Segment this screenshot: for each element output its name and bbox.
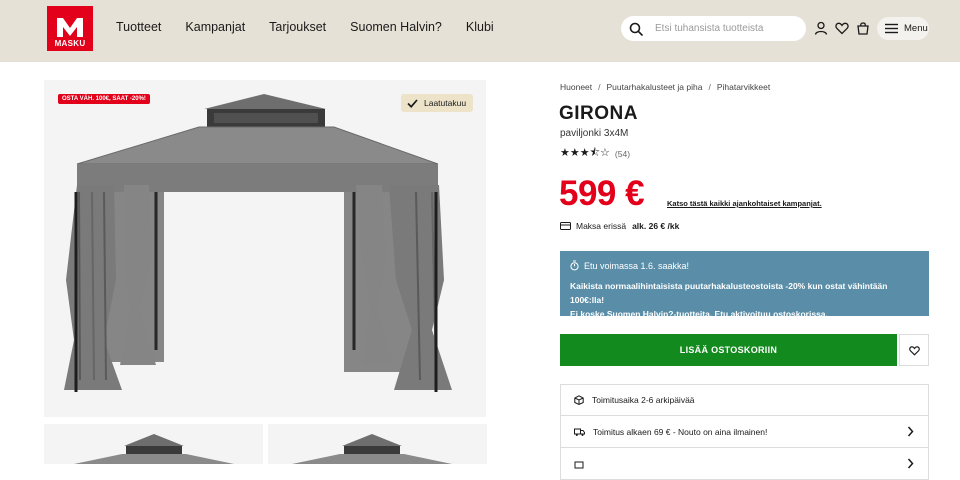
- nav-item-kampanjat[interactable]: Kampanjat: [185, 20, 245, 34]
- promo-line-1: Kaikista normaalihintaisista puutarhakal…: [570, 281, 888, 305]
- masku-logo[interactable]: MASKU: [47, 6, 93, 51]
- product-subtitle: paviljonki 3x4M: [560, 128, 629, 139]
- rating-count: (54): [614, 148, 631, 159]
- breadcrumb-item[interactable]: Puutarhakalusteet ja piha: [607, 82, 703, 92]
- timer-icon: [570, 260, 579, 271]
- star-full-icon: ★: [579, 147, 590, 159]
- product-info-list: Toimitusaika 2-6 arkipäivää Toimitus alk…: [560, 384, 929, 480]
- product-main-image[interactable]: [44, 80, 486, 417]
- hamburger-icon: [885, 23, 898, 34]
- star-half-icon: ⯪: [589, 147, 601, 159]
- store-icon: [574, 461, 584, 468]
- heart-icon[interactable]: [835, 21, 849, 35]
- nav-item-klubi[interactable]: Klubi: [466, 20, 494, 34]
- gazebo-image: [64, 94, 452, 392]
- installment-amount: alk. 26 € /kk: [632, 220, 680, 231]
- menu-button[interactable]: Menu: [877, 17, 929, 40]
- breadcrumb-item[interactable]: Huoneet: [560, 82, 592, 92]
- delivery-time-text: Toimitusaika 2-6 arkipäivää: [592, 395, 695, 405]
- chevron-right-icon: [907, 426, 914, 437]
- search-icon[interactable]: [629, 22, 643, 36]
- search-bar[interactable]: [621, 16, 806, 41]
- product-title: GIRONA: [559, 103, 638, 124]
- installment-info: Maksa erissä alk. 26 € /kk: [560, 220, 679, 231]
- thumbnail-gazebo-image: [292, 434, 452, 464]
- quality-badge-label: Laatutakuu: [424, 98, 467, 108]
- checkmark-icon: [407, 98, 418, 108]
- thumbnail-gazebo-image: [74, 434, 234, 464]
- logo-text: MASKU: [54, 39, 86, 48]
- breadcrumb-separator: /: [598, 82, 601, 92]
- shipping-row[interactable]: Toimitus alkaen 69 € - Nouto on aina ilm…: [560, 416, 929, 448]
- promo-body: Kaikista normaalihintaisista puutarhakal…: [570, 279, 919, 321]
- add-to-cart-button[interactable]: LISÄÄ OSTOSKORIIN: [560, 334, 897, 366]
- product-thumbnail-1[interactable]: [44, 424, 263, 464]
- menu-label: Menu: [904, 23, 928, 34]
- breadcrumb-separator: /: [708, 82, 711, 92]
- site-header: MASKU Tuotteet Kampanjat Tarjoukset Suom…: [0, 0, 960, 62]
- package-icon: [574, 395, 584, 405]
- main-nav: Tuotteet Kampanjat Tarjoukset Suomen Hal…: [116, 20, 518, 34]
- breadcrumb-item[interactable]: Pihatarvikkeet: [717, 82, 770, 92]
- star-empty-icon: ☆: [600, 147, 610, 159]
- truck-icon: [574, 428, 585, 436]
- installment-label: Maksa erissä: [576, 220, 627, 231]
- promo-header: Etu voimassa 1.6. saakka!: [570, 260, 919, 271]
- nav-item-tuotteet[interactable]: Tuotteet: [116, 20, 161, 34]
- shipping-text: Toimitus alkaen 69 € - Nouto on aina ilm…: [593, 426, 768, 437]
- logo-mark-icon: [57, 18, 83, 37]
- add-to-favorites-button[interactable]: [899, 334, 929, 366]
- quality-badge: Laatutakuu: [401, 94, 474, 112]
- product-rating[interactable]: ★ ★ ★ ⯪ ☆ (54): [560, 148, 630, 159]
- promo-header-text: Etu voimassa 1.6. saakka!: [584, 260, 690, 271]
- user-icon[interactable]: [814, 21, 828, 35]
- promo-badge: OSTA VÄH. 100€, SAAT -20%!: [58, 94, 150, 104]
- nav-item-tarjoukset[interactable]: Tarjoukset: [269, 20, 326, 34]
- installment-icon: [560, 222, 571, 230]
- cart-icon[interactable]: [856, 21, 870, 35]
- delivery-time-row: Toimitusaika 2-6 arkipäivää: [560, 384, 929, 416]
- promo-line-2: Ei koske Suomen Halvin?-tuotteita. Etu a…: [570, 309, 828, 319]
- info-row-partial[interactable]: [560, 448, 929, 480]
- nav-item-suomen-halvin[interactable]: Suomen Halvin?: [350, 20, 442, 34]
- promo-info-box: Etu voimassa 1.6. saakka! Kaikista norma…: [560, 251, 929, 319]
- campaign-link[interactable]: Katso tästä kaikki ajankohtaiset kampanj…: [667, 199, 822, 208]
- chevron-right-icon: [907, 458, 914, 469]
- product-price: 599 €: [559, 174, 645, 213]
- heart-icon: [908, 345, 920, 356]
- product-thumbnail-2[interactable]: [268, 424, 487, 464]
- breadcrumb: Huoneet / Puutarhakalusteet ja piha / Pi…: [560, 82, 770, 92]
- star-full-icon: ★: [569, 147, 580, 159]
- star-full-icon: ★: [560, 147, 570, 159]
- search-input[interactable]: [655, 23, 795, 34]
